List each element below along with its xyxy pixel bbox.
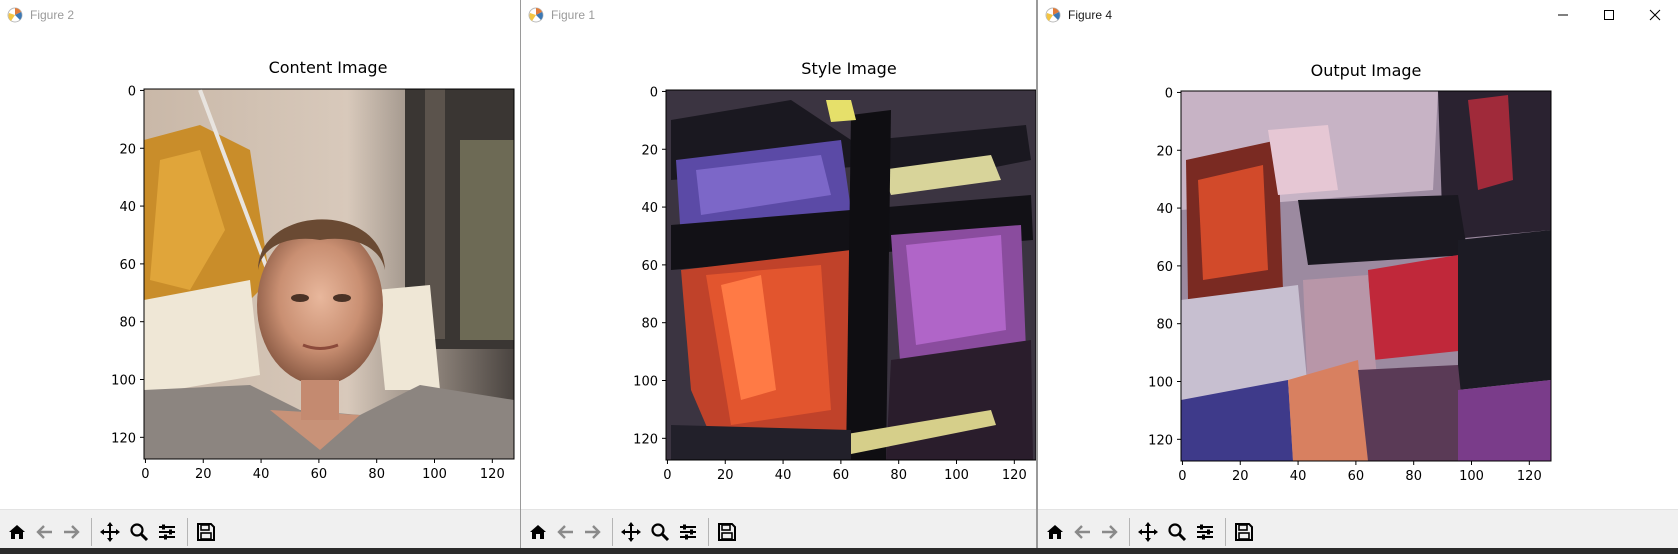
figure-canvas[interactable]: Content Image 0 20 40 60 80 100 120 0 20… (0, 30, 520, 510)
y-tick-label: 120 (633, 432, 658, 447)
y-tick-label: 120 (111, 431, 136, 446)
save-icon[interactable] (715, 520, 739, 544)
x-tick-label: 0 (141, 467, 149, 482)
toolbar-separator (708, 518, 709, 546)
y-tick-label: 0 (650, 85, 658, 100)
content-image (144, 89, 514, 459)
configure-subplots-icon[interactable] (1193, 520, 1217, 544)
pan-icon[interactable] (98, 520, 122, 544)
x-tick-label: 20 (195, 467, 212, 482)
figure-canvas[interactable]: Output Image 0 20 40 60 80 100 120 0 20 … (1038, 30, 1678, 510)
y-tick-label: 100 (111, 374, 136, 389)
x-tick-label: 40 (253, 467, 270, 482)
y-tick-label: 0 (128, 84, 136, 99)
back-icon[interactable] (554, 520, 578, 544)
x-tick-label: 60 (833, 468, 850, 483)
configure-subplots-icon[interactable] (155, 520, 179, 544)
back-icon[interactable] (33, 520, 57, 544)
x-tick-label: 100 (944, 468, 969, 483)
x-tick-label: 0 (663, 468, 671, 483)
y-tick-label: 0 (1165, 86, 1173, 101)
axes-title: Style Image (801, 59, 896, 78)
x-tick-label: 120 (1002, 468, 1027, 483)
matplotlib-app-icon (7, 7, 23, 23)
save-icon[interactable] (1232, 520, 1256, 544)
window-caption-buttons (1540, 0, 1678, 30)
window-titlebar[interactable]: Figure 1 (521, 0, 1036, 30)
pan-icon[interactable] (1136, 520, 1160, 544)
zoom-icon[interactable] (1165, 520, 1189, 544)
matplotlib-app-icon (1045, 7, 1061, 23)
y-tick-label: 80 (119, 316, 136, 331)
toolbar-separator (612, 518, 613, 546)
window-title: Figure 1 (551, 8, 596, 22)
x-tick-label: 0 (1178, 469, 1186, 484)
forward-icon[interactable] (580, 520, 604, 544)
x-tick-label: 120 (1517, 469, 1542, 484)
toolbar-separator (1129, 518, 1130, 546)
y-tick-label: 20 (1156, 144, 1173, 159)
toolbar-separator (1225, 518, 1226, 546)
x-tick-label: 40 (1290, 469, 1307, 484)
window-title: Figure 2 (30, 8, 75, 22)
desktop-background (0, 548, 1678, 554)
y-tick-label: 120 (1148, 433, 1173, 448)
forward-icon[interactable] (1097, 520, 1121, 544)
x-tick-label: 20 (1232, 469, 1249, 484)
home-icon[interactable] (5, 520, 29, 544)
axes-title: Output Image (1311, 61, 1422, 80)
x-tick-label: 60 (1348, 469, 1365, 484)
close-icon[interactable] (1632, 0, 1678, 30)
x-tick-label: 80 (368, 467, 385, 482)
y-tick-label: 100 (1148, 376, 1173, 391)
axes-plot: Output Image 0 20 40 60 80 100 120020406… (1148, 61, 1552, 484)
y-tick-label: 60 (641, 259, 658, 274)
pan-icon[interactable] (619, 520, 643, 544)
x-tick-label: 100 (1459, 469, 1484, 484)
window-title: Figure 4 (1068, 8, 1113, 22)
home-icon[interactable] (526, 520, 550, 544)
configure-subplots-icon[interactable] (676, 520, 700, 544)
x-tick-label: 40 (775, 468, 792, 483)
y-tick-label: 20 (641, 143, 658, 158)
window-titlebar[interactable]: Figure 4 (1038, 0, 1678, 30)
y-tick-label: 60 (119, 258, 136, 273)
axes-plot: Content Image 0 20 40 60 80 100 12002040… (111, 58, 515, 482)
zoom-icon[interactable] (648, 520, 672, 544)
toolbar-separator (187, 518, 188, 546)
y-tick-label: 20 (119, 142, 136, 157)
back-icon[interactable] (1071, 520, 1095, 544)
zoom-icon[interactable] (127, 520, 151, 544)
toolbar-separator (91, 518, 92, 546)
x-tick-label: 60 (311, 467, 328, 482)
matplotlib-app-icon (528, 7, 544, 23)
y-tick-label: 80 (1156, 318, 1173, 333)
x-tick-label: 80 (1405, 469, 1422, 484)
style-image (666, 90, 1036, 460)
y-tick-label: 80 (641, 317, 658, 332)
x-tick-label: 100 (422, 467, 447, 482)
figure-canvas[interactable]: Style Image 0 20 40 60 80 100 120 0 20 4… (521, 30, 1036, 510)
x-tick-label: 20 (717, 468, 734, 483)
window-titlebar[interactable]: Figure 2 (0, 0, 520, 30)
home-icon[interactable] (1043, 520, 1067, 544)
y-tick-label: 100 (633, 375, 658, 390)
figure-1-window[interactable]: Figure 1 Style Image 0 20 40 60 80 100 1… (521, 0, 1037, 554)
figure-2-window[interactable]: Figure 2 Content Image 0 20 40 60 80 100… (0, 0, 521, 554)
forward-icon[interactable] (59, 520, 83, 544)
output-image (1181, 91, 1551, 461)
figure-4-window[interactable]: Figure 4 Output Image 0 20 40 60 80 100 … (1037, 0, 1678, 554)
minimize-icon[interactable] (1540, 0, 1586, 30)
maximize-icon[interactable] (1586, 0, 1632, 30)
axes-title: Content Image (269, 58, 388, 77)
y-tick-label: 40 (1156, 202, 1173, 217)
x-tick-label: 80 (890, 468, 907, 483)
axes-plot: Style Image 0 20 40 60 80 100 1200204060… (633, 59, 1036, 483)
y-tick-label: 60 (1156, 260, 1173, 275)
save-icon[interactable] (194, 520, 218, 544)
y-tick-label: 40 (119, 200, 136, 215)
y-tick-label: 40 (641, 201, 658, 216)
x-tick-label: 120 (480, 467, 505, 482)
